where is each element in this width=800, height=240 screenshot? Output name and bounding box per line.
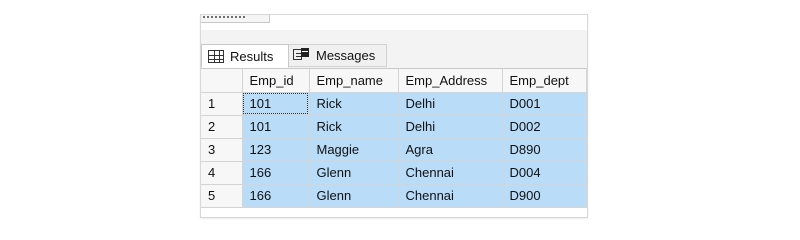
table-row[interactable]: 4 166 Glenn Chennai D004	[201, 161, 587, 185]
top-scroll-stub[interactable]	[201, 15, 270, 23]
grid-header-row: Emp_id Emp_name Emp_Address Emp_dept	[201, 69, 587, 93]
results-grid: Emp_id Emp_name Emp_Address Emp_dept 1 1…	[201, 69, 587, 208]
messages-bubble-shape	[301, 48, 309, 57]
emp-dept-cell[interactable]: D004	[502, 161, 587, 185]
tab-messages[interactable]: Messages	[289, 44, 387, 67]
scroll-stub-marks	[203, 16, 245, 20]
row-number[interactable]: 3	[201, 138, 243, 162]
tab-results-label: Results	[230, 48, 274, 64]
emp-dept-cell[interactable]: D001	[502, 92, 587, 116]
column-header-emp-dept[interactable]: Emp_dept	[502, 69, 587, 93]
emp-id-cell[interactable]: 101	[242, 92, 310, 116]
emp-name-cell[interactable]: Rick	[309, 115, 399, 139]
emp-dept-cell[interactable]: D900	[502, 184, 587, 208]
emp-name-cell[interactable]: Glenn	[309, 161, 399, 185]
row-number[interactable]: 4	[201, 161, 243, 185]
row-number[interactable]: 1	[201, 92, 243, 116]
emp-name-cell[interactable]: Maggie	[309, 138, 399, 162]
row-number[interactable]: 2	[201, 115, 243, 139]
sql-results-panel: Results Messages Emp_id Emp_name Emp_Add…	[200, 14, 588, 218]
emp-dept-cell[interactable]: D890	[502, 138, 587, 162]
emp-address-cell[interactable]: Delhi	[398, 115, 503, 139]
emp-name-cell[interactable]: Glenn	[309, 184, 399, 208]
table-row[interactable]: 5 166 Glenn Chennai D900	[201, 184, 587, 208]
column-header-emp-id[interactable]: Emp_id	[242, 69, 310, 93]
emp-address-cell[interactable]: Chennai	[398, 161, 503, 185]
results-tab-strip: Results Messages	[201, 30, 587, 69]
tab-results[interactable]: Results	[201, 44, 289, 68]
tab-messages-label: Messages	[316, 48, 376, 63]
column-header-emp-address[interactable]: Emp_Address	[398, 69, 503, 93]
emp-id-cell[interactable]: 123	[242, 138, 310, 162]
grid-icon	[208, 49, 224, 63]
emp-id-cell[interactable]: 166	[242, 161, 310, 185]
emp-address-cell[interactable]: Delhi	[398, 92, 503, 116]
emp-id-cell[interactable]: 101	[242, 115, 310, 139]
table-row[interactable]: 1 101 Rick Delhi D001	[201, 92, 587, 116]
row-number[interactable]: 5	[201, 184, 243, 208]
emp-id-cell[interactable]: 166	[242, 184, 310, 208]
column-header-emp-name[interactable]: Emp_name	[309, 69, 399, 93]
table-row[interactable]: 3 123 Maggie Agra D890	[201, 138, 587, 162]
emp-address-cell[interactable]: Agra	[398, 138, 503, 162]
emp-name-cell[interactable]: Rick	[309, 92, 399, 116]
emp-address-cell[interactable]: Chennai	[398, 184, 503, 208]
table-row[interactable]: 2 101 Rick Delhi D002	[201, 115, 587, 139]
emp-dept-cell[interactable]: D002	[502, 115, 587, 139]
grid-corner-cell[interactable]	[201, 69, 243, 93]
results-grid-container[interactable]: Emp_id Emp_name Emp_Address Emp_dept 1 1…	[201, 69, 587, 216]
messages-icon	[293, 48, 310, 63]
